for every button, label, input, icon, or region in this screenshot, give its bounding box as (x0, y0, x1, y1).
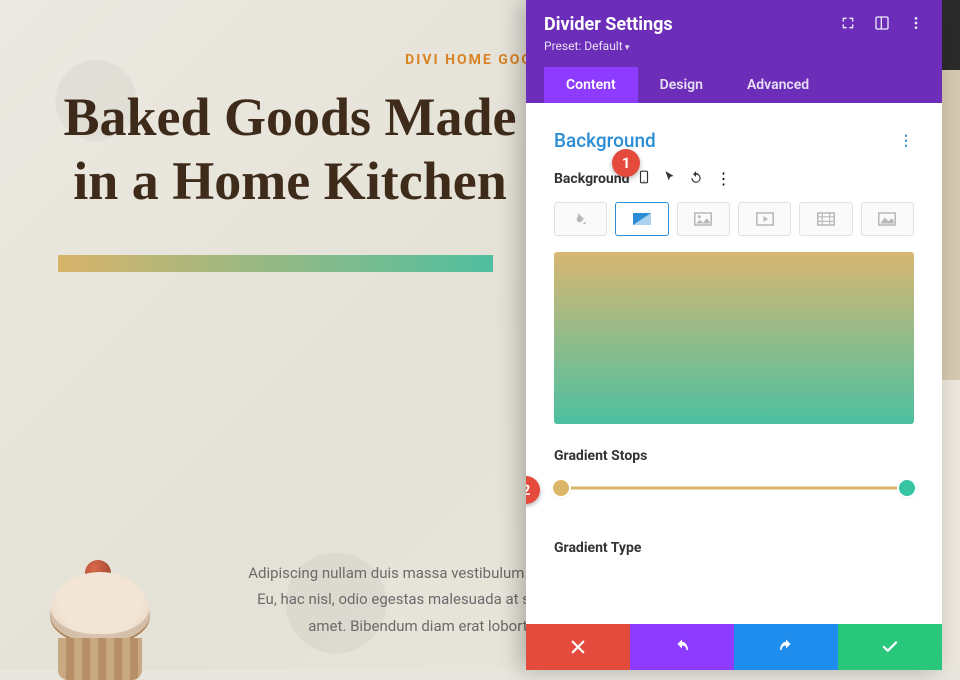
field-more-icon[interactable]: ⋮ (715, 171, 731, 187)
redo-button[interactable] (734, 624, 838, 670)
right-edge-photo (942, 0, 960, 670)
bg-type-video[interactable] (738, 202, 791, 236)
cupcake-illustration (30, 560, 170, 680)
panel-tabs: Content Design Advanced (544, 67, 924, 103)
divider-preview[interactable] (58, 255, 493, 272)
gradient-stop-1[interactable] (553, 480, 569, 496)
tab-advanced[interactable]: Advanced (725, 67, 831, 103)
gradient-stops-label: Gradient Stops (554, 448, 914, 464)
panel-body: Background ⋮ Background ⋮ 1 (526, 103, 942, 624)
panel-header: Divider Settings Preset: Default Content… (526, 0, 942, 103)
gradient-preview[interactable] (554, 252, 914, 424)
gradient-type-label: Gradient Type (554, 540, 914, 556)
bg-type-mask[interactable] (861, 202, 914, 236)
gradient-stops-track[interactable] (554, 476, 914, 500)
expand-icon[interactable] (840, 15, 856, 35)
gradient-stop-2[interactable] (899, 480, 915, 496)
section-more-icon[interactable]: ⋮ (899, 133, 914, 149)
bg-type-pattern[interactable] (799, 202, 852, 236)
divider-settings-panel: Divider Settings Preset: Default Content… (526, 0, 942, 670)
gradient-stops-line (554, 487, 914, 490)
hover-cursor-icon[interactable] (663, 170, 677, 188)
bg-type-gradient[interactable] (615, 202, 668, 236)
background-type-tabs (554, 202, 914, 236)
panel-actionbar (526, 624, 942, 670)
bg-type-image[interactable] (677, 202, 730, 236)
annotation-1: 1 (612, 149, 640, 177)
tab-design[interactable]: Design (638, 67, 725, 103)
panel-title: Divider Settings (544, 14, 840, 35)
tab-content[interactable]: Content (544, 67, 638, 103)
reset-icon[interactable] (689, 170, 703, 188)
page-headline: Baked Goods Made in a Home Kitchen (10, 68, 570, 213)
snap-icon[interactable] (874, 15, 890, 35)
confirm-button[interactable] (838, 624, 942, 670)
annotation-2: 2 (526, 476, 540, 504)
bg-type-color[interactable] (554, 202, 607, 236)
more-icon[interactable] (908, 15, 924, 35)
tablet-icon[interactable] (637, 170, 651, 188)
cancel-button[interactable] (526, 624, 630, 670)
preset-selector[interactable]: Preset: Default (544, 39, 924, 53)
section-title-background[interactable]: Background (554, 129, 899, 152)
undo-button[interactable] (630, 624, 734, 670)
